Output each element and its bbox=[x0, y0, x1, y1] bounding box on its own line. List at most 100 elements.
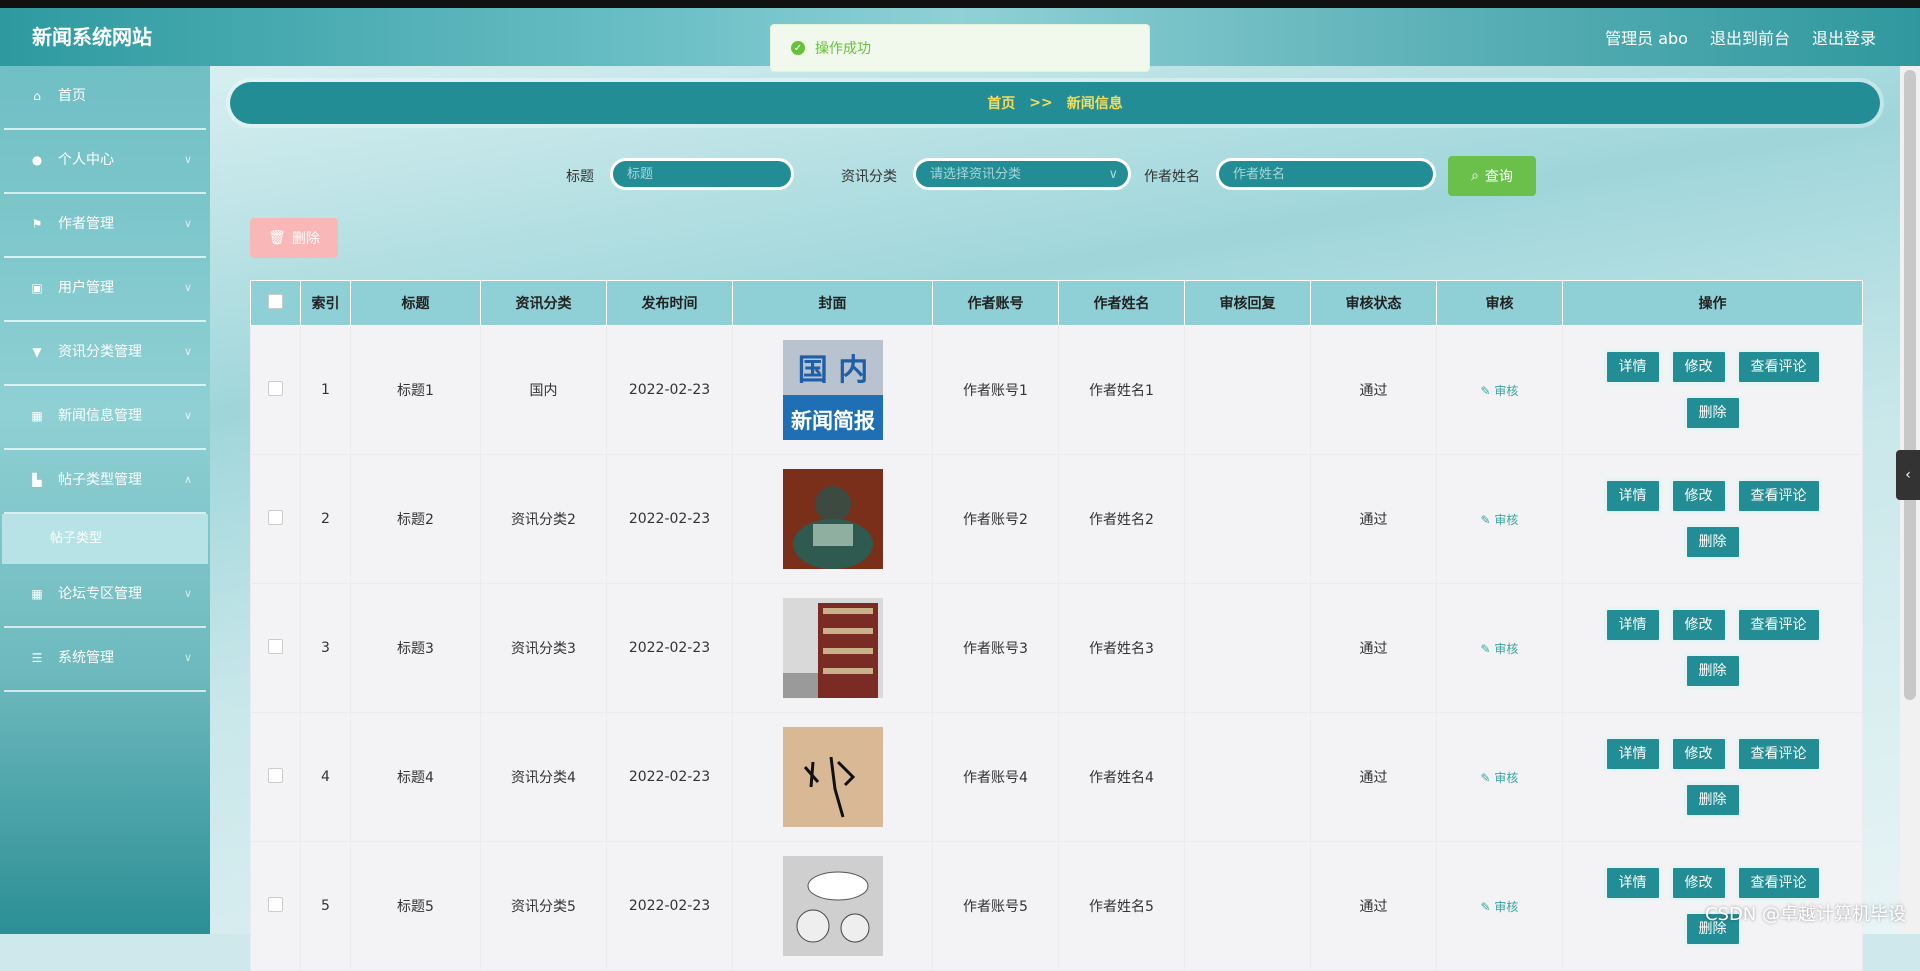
row-select-cell[interactable] bbox=[250, 583, 301, 713]
sidebar-item-users[interactable]: ▣ 用户管理 ∨ bbox=[4, 258, 206, 322]
cell-category: 资讯分类3 bbox=[480, 583, 607, 713]
sidebar-item-post-types[interactable]: ▙ 帖子类型管理 ∧ bbox=[4, 450, 206, 514]
delete-button[interactable]: 删除 bbox=[1683, 395, 1742, 431]
edit-button[interactable]: 修改 bbox=[1669, 865, 1728, 901]
table-header-row: 索引 标题 资讯分类 发布时间 封面 作者账号 作者姓名 审核回复 审核状态 审… bbox=[250, 280, 1863, 326]
sidebar-item-system[interactable]: ☰ 系统管理 ∨ bbox=[4, 628, 206, 692]
sidebar-item-label: 系统管理 bbox=[58, 650, 114, 666]
site-brand: 新闻系统网站 bbox=[32, 25, 152, 49]
detail-button[interactable]: 详情 bbox=[1603, 736, 1662, 772]
cell-index: 4 bbox=[300, 712, 351, 842]
audit-link[interactable]: ✎ 审核 bbox=[1481, 771, 1519, 785]
author-search-input[interactable]: 作者姓名 bbox=[1216, 158, 1436, 190]
sidebar-item-personal[interactable]: ● 个人中心 ∨ bbox=[4, 130, 206, 194]
audit-link-label: 审核 bbox=[1494, 512, 1519, 527]
category-label: 资讯分类 bbox=[841, 169, 897, 185]
cover-text-top: 国 内 bbox=[797, 353, 867, 388]
sidebar-item-news-categories[interactable]: ▼ 资讯分类管理 ∨ bbox=[4, 322, 206, 386]
cell-date: 2022-02-23 bbox=[606, 454, 733, 584]
audit-link-label: 审核 bbox=[1494, 899, 1519, 914]
cell-title: 标题4 bbox=[350, 712, 481, 842]
view-comments-button[interactable]: 查看评论 bbox=[1735, 607, 1822, 643]
cell-reply bbox=[1184, 841, 1311, 971]
detail-button[interactable]: 详情 bbox=[1603, 478, 1662, 514]
scrollbar-thumb[interactable] bbox=[1904, 70, 1916, 700]
edit-button[interactable]: 修改 bbox=[1669, 736, 1728, 772]
row-select-cell[interactable] bbox=[250, 325, 301, 455]
cell-account: 作者账号4 bbox=[932, 712, 1059, 842]
vertical-scrollbar[interactable] bbox=[1900, 66, 1920, 934]
view-comments-button[interactable]: 查看评论 bbox=[1735, 349, 1822, 385]
sidebar-item-authors[interactable]: ⚑ 作者管理 ∨ bbox=[4, 194, 206, 258]
detail-button[interactable]: 详情 bbox=[1603, 349, 1662, 385]
row-checkbox[interactable] bbox=[268, 896, 283, 912]
chevron-left-icon[interactable]: ‹ bbox=[1896, 450, 1920, 500]
cell-name: 作者姓名4 bbox=[1058, 712, 1185, 842]
cell-index: 3 bbox=[300, 583, 351, 713]
row-checkbox[interactable] bbox=[268, 380, 283, 396]
user-icon: ● bbox=[31, 153, 43, 167]
chevron-down-icon: ∨ bbox=[183, 587, 192, 600]
sidebar-item-label: 首页 bbox=[58, 88, 86, 104]
cell-category: 资讯分类2 bbox=[480, 454, 607, 584]
category-select[interactable]: 请选择资讯分类 ∨ bbox=[913, 158, 1131, 190]
view-comments-button[interactable]: 查看评论 bbox=[1735, 865, 1822, 901]
audit-link[interactable]: ✎ 审核 bbox=[1481, 384, 1519, 398]
cell-date: 2022-02-23 bbox=[606, 325, 733, 455]
audit-link[interactable]: ✎ 审核 bbox=[1481, 900, 1519, 914]
audit-link[interactable]: ✎ 审核 bbox=[1481, 513, 1519, 527]
audit-link[interactable]: ✎ 审核 bbox=[1481, 642, 1519, 656]
detail-button[interactable]: 详情 bbox=[1603, 607, 1662, 643]
detail-button[interactable]: 详情 bbox=[1603, 865, 1662, 901]
view-comments-button[interactable]: 查看评论 bbox=[1735, 478, 1822, 514]
row-checkbox[interactable] bbox=[268, 509, 283, 525]
edit-button[interactable]: 修改 bbox=[1669, 478, 1728, 514]
sidebar-item-label: 作者管理 bbox=[58, 216, 114, 232]
cover-image: 国 内新闻简报 bbox=[782, 340, 883, 440]
select-all-checkbox[interactable] bbox=[268, 293, 283, 309]
chevron-up-icon: ∧ bbox=[183, 473, 192, 486]
cell-category: 资讯分类4 bbox=[480, 712, 607, 842]
select-all-cell[interactable] bbox=[250, 280, 301, 326]
home-icon: ⌂ bbox=[33, 89, 41, 103]
trash-icon: 🗑 bbox=[268, 230, 286, 246]
table-row: 4 标题4 资讯分类4 2022-02-23 作者账号4 作者姓名4 通过 ✎ 审核 详情 修改查… bbox=[250, 712, 1863, 842]
row-select-cell[interactable] bbox=[250, 712, 301, 842]
audit-link-label: 审核 bbox=[1494, 383, 1519, 398]
row-select-cell[interactable] bbox=[250, 454, 301, 584]
breadcrumb-home[interactable]: 首页 bbox=[987, 93, 1015, 113]
bulk-delete-button[interactable]: 🗑 删除 bbox=[250, 218, 338, 258]
exit-to-front-link[interactable]: 退出到前台 bbox=[1710, 25, 1790, 49]
row-checkbox[interactable] bbox=[268, 767, 283, 783]
marker-icon: ▼ bbox=[32, 345, 42, 359]
cover-image bbox=[782, 598, 883, 698]
table-row: 2 标题2 资讯分类2 2022-02-23 作者账号2 作者姓名2 通过 ✎ 审核 详情 修改查… bbox=[250, 454, 1863, 584]
chevron-down-icon: ∨ bbox=[183, 153, 192, 166]
grid-icon: ▦ bbox=[31, 587, 43, 601]
edit-button[interactable]: 修改 bbox=[1669, 607, 1728, 643]
query-button[interactable]: ⌕ 查询 bbox=[1448, 156, 1536, 196]
row-select-cell[interactable] bbox=[250, 841, 301, 971]
cell-reply bbox=[1184, 712, 1311, 842]
cell-audit: ✎ 审核 bbox=[1436, 583, 1563, 713]
title-search-input[interactable]: 标题 bbox=[610, 158, 794, 190]
sidebar-item-news-info[interactable]: ▦ 新闻信息管理 ∨ bbox=[4, 386, 206, 450]
row-checkbox[interactable] bbox=[268, 638, 283, 654]
cell-cover bbox=[732, 583, 933, 713]
delete-button[interactable]: 删除 bbox=[1683, 524, 1742, 560]
sidebar-item-forum[interactable]: ▦ 论坛专区管理 ∨ bbox=[4, 564, 206, 628]
column-header: 标题 bbox=[350, 280, 481, 326]
delete-button[interactable]: 删除 bbox=[1683, 782, 1742, 818]
edit-button[interactable]: 修改 bbox=[1669, 349, 1728, 385]
cell-title: 标题5 bbox=[350, 841, 481, 971]
cell-audit: ✎ 审核 bbox=[1436, 841, 1563, 971]
view-comments-button[interactable]: 查看评论 bbox=[1735, 736, 1822, 772]
audit-link-label: 审核 bbox=[1494, 641, 1519, 656]
sidebar-item-label: 新闻信息管理 bbox=[58, 408, 142, 424]
breadcrumb-current: 新闻信息 bbox=[1066, 96, 1123, 112]
delete-button[interactable]: 删除 bbox=[1683, 653, 1742, 689]
logout-link[interactable]: 退出登录 bbox=[1812, 25, 1876, 49]
sidebar-item-home[interactable]: ⌂ 首页 bbox=[4, 66, 206, 130]
sidebar-subitem-post-type[interactable]: 帖子类型 bbox=[2, 514, 208, 564]
cell-cover bbox=[732, 454, 933, 584]
